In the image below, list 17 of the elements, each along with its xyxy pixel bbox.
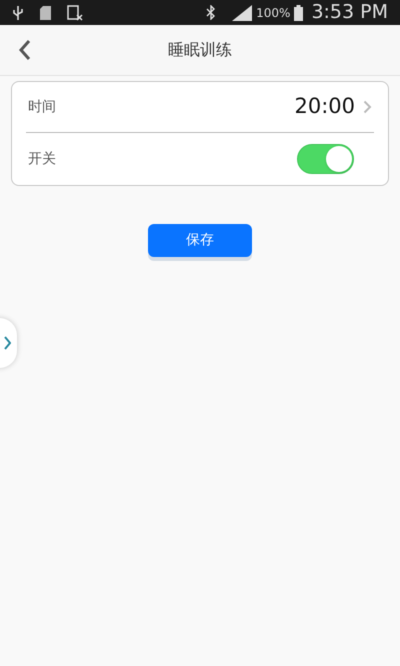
chevron-right-icon [363, 100, 372, 114]
clock: 3:53 PM [311, 0, 388, 26]
sd-card-icon [40, 6, 51, 20]
time-selector[interactable]: 20:00 [294, 91, 372, 123]
bluetooth-icon [206, 5, 216, 20]
battery-percentage: 100% [256, 4, 290, 22]
battery-icon [294, 4, 304, 20]
setting-label: 开关 [28, 150, 56, 168]
page-title: 睡眠训练 [168, 39, 232, 61]
signal-icon [232, 4, 252, 20]
sim-card-icon [67, 4, 83, 20]
back-icon [18, 39, 32, 61]
chevron-right-icon [4, 336, 11, 350]
toggle-switch[interactable] [297, 144, 354, 174]
usb-icon [12, 4, 24, 20]
save-button[interactable]: 保存 [148, 224, 252, 257]
setting-label: 时间 [28, 98, 56, 116]
